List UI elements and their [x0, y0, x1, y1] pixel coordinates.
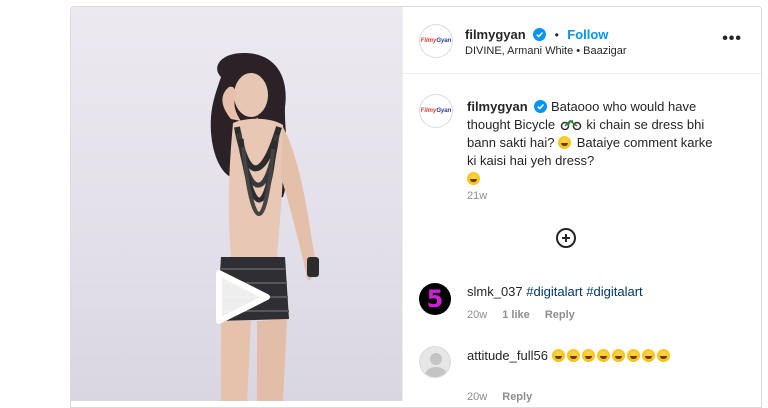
comment-1-likes[interactable]: 1 like — [502, 309, 530, 321]
account-avatar[interactable]: Filmy Gyan — [419, 24, 453, 58]
laughing-emoji-icon — [656, 349, 670, 362]
header-title-row: filmygyan • Follow — [465, 26, 608, 44]
caption-avatar[interactable]: Filmy Gyan — [419, 94, 453, 128]
header-username[interactable]: filmygyan — [465, 27, 526, 42]
comment-1-username[interactable]: slmk_037 — [467, 284, 523, 299]
header-separator: • — [554, 28, 559, 42]
laughing-emoji-icon — [596, 349, 610, 362]
caption-username[interactable]: filmygyan — [467, 99, 528, 114]
caption-verified-badge-icon — [534, 100, 548, 113]
comment-2: attitude_full56 — [467, 347, 737, 365]
avatar-initial: 5 — [426, 285, 444, 313]
laughing-emoji-icon — [611, 349, 625, 362]
comment-2-meta: 20w Reply — [467, 391, 532, 403]
comment-1: slmk_037 #digitalart #digitalart — [467, 284, 643, 299]
comment-1-reply-button[interactable]: Reply — [545, 309, 575, 321]
commenter-avatar[interactable]: 5 — [419, 283, 451, 315]
play-icon[interactable] — [209, 269, 271, 325]
laughing-emoji-icon — [581, 349, 595, 362]
commenter-avatar-default[interactable] — [419, 346, 451, 378]
wink-emoji-icon — [558, 136, 572, 149]
video-frame — [210, 52, 319, 401]
post-header: Filmy Gyan filmygyan • Follow DIVINE, Arm… — [403, 7, 761, 74]
caption-logo-gyan: Gyan — [436, 108, 452, 114]
bicycle-emoji-icon — [560, 120, 582, 130]
logo-text-filmy: Filmy — [420, 38, 437, 44]
laughing-emojis — [551, 348, 672, 363]
laughing-emoji-icon — [641, 349, 655, 362]
comment-1-time[interactable]: 20w — [467, 309, 487, 321]
post-side-panel: Filmy Gyan filmygyan • Follow DIVINE, Arm… — [402, 7, 761, 403]
comment-2-reply-button[interactable]: Reply — [502, 391, 532, 403]
comment-2-time[interactable]: 20w — [467, 391, 487, 403]
audio-credit[interactable]: DIVINE, Armani White • Baazigar — [465, 45, 627, 57]
laughing-emoji-icon — [566, 349, 580, 362]
comment-1-meta: 20w 1 like Reply — [467, 309, 575, 321]
hashtag-link[interactable]: #digitalart — [526, 284, 582, 299]
laughing-emoji-icon — [626, 349, 640, 362]
load-more-comments-icon[interactable] — [556, 228, 576, 248]
post-container: Filmy Gyan filmygyan • Follow DIVINE, Arm… — [70, 6, 762, 408]
grin-emoji-icon — [467, 172, 480, 185]
verified-badge-icon — [533, 28, 547, 41]
logo-text-gyan: Gyan — [436, 38, 452, 44]
caption-logo-filmy: Filmy — [420, 108, 437, 114]
post-video[interactable] — [71, 7, 402, 401]
caption-time[interactable]: 21w — [467, 190, 487, 202]
laughing-emoji-icon — [551, 349, 565, 362]
follow-button[interactable]: Follow — [567, 27, 608, 42]
comment-2-username[interactable]: attitude_full56 — [467, 348, 548, 363]
caption: filmygyan Bataooo who would have thought… — [467, 98, 717, 188]
hashtag-link[interactable]: #digitalart — [586, 284, 642, 299]
more-options-icon[interactable]: ••• — [722, 31, 742, 47]
